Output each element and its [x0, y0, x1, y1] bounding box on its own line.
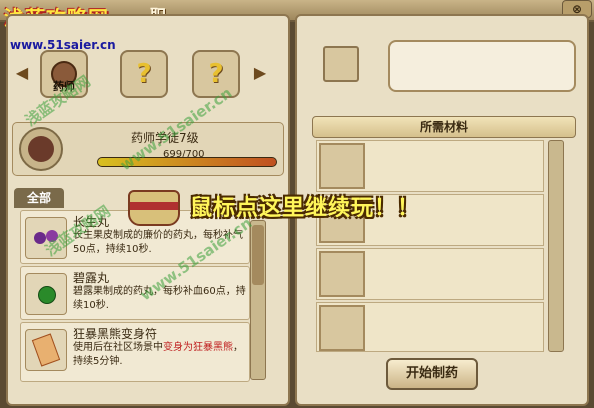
experience-text: 699/700	[163, 149, 205, 160]
material-row	[316, 248, 544, 300]
green-pill-icon	[25, 273, 67, 315]
material-slot[interactable]	[319, 251, 365, 297]
item-name: 碧露丸	[73, 271, 110, 285]
result-item-name-box	[388, 40, 576, 92]
scrollbar-thumb[interactable]	[252, 225, 264, 285]
result-item-slot[interactable]	[323, 46, 359, 82]
question-icon: ?	[208, 59, 224, 89]
materials-scrollbar[interactable]	[548, 140, 564, 352]
basket-icon[interactable]	[128, 190, 180, 226]
recipe-slot-unknown[interactable]: ?	[120, 50, 168, 98]
triangle-left-icon[interactable]: ◀	[14, 62, 30, 84]
skill-emblem-icon	[19, 127, 63, 171]
material-slot[interactable]	[319, 143, 365, 189]
triangle-right-icon[interactable]: ▶	[252, 62, 268, 84]
list-scrollbar[interactable]	[250, 220, 266, 380]
question-icon: ?	[136, 59, 152, 89]
start-crafting-button[interactable]: 开始制药	[386, 358, 478, 390]
item-description: 使用后在社区场景中变身为狂暴黑熊，持续5分钟.	[73, 342, 243, 367]
materials-header: 所需材料	[312, 116, 576, 138]
material-row	[316, 140, 544, 192]
tab-all[interactable]: 全部	[14, 188, 64, 208]
list-item[interactable]: 碧露丸 碧露果制成的药丸，每秒补血60点，持续10秒.	[20, 266, 250, 320]
talisman-icon	[25, 329, 67, 371]
continue-playing-overlay[interactable]: 鼠标点这里继续玩！！	[190, 190, 420, 222]
material-slot[interactable]	[319, 305, 365, 351]
item-name: 狂暴黑熊变身符	[73, 327, 158, 341]
list-item[interactable]: 狂暴黑熊变身符 使用后在社区场景中变身为狂暴黑熊，持续5分钟.	[20, 322, 250, 382]
material-row	[316, 302, 544, 352]
